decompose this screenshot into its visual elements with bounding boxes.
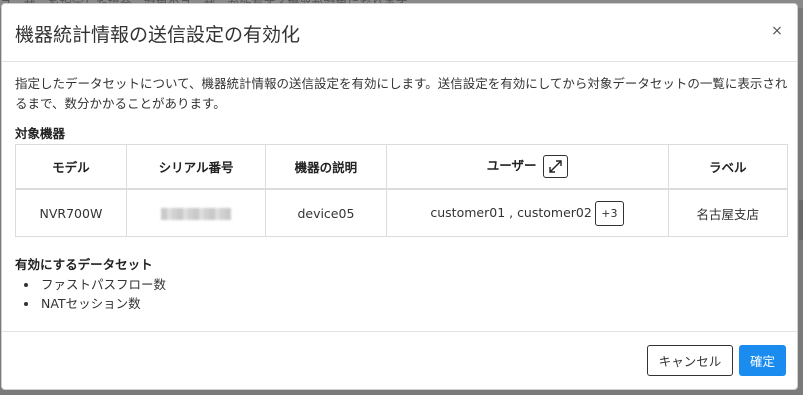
column-header-model: モデル <box>15 144 127 190</box>
target-devices-table: モデル シリアル番号 機器の説明 ユーザー ラベル NVR700W device… <box>15 144 789 237</box>
column-header-user: ユーザー <box>385 144 669 190</box>
table-row: NVR700W device05 customer01 , customer02… <box>15 188 789 237</box>
list-item: NATセッション数 <box>39 294 789 313</box>
expand-arrows-icon <box>548 160 562 173</box>
column-header-label: ラベル <box>667 144 789 190</box>
cell-description: device05 <box>265 188 387 237</box>
more-users-button[interactable]: +3 <box>594 200 624 226</box>
column-header-user-label: ユーザー <box>486 158 537 173</box>
close-icon[interactable]: × <box>769 21 785 41</box>
dialog-header: 機器統計情報の送信設定の有効化 × <box>2 4 797 62</box>
cell-label: 名古屋支店 <box>667 188 789 237</box>
cell-model: NVR700W <box>15 188 127 237</box>
confirm-button[interactable]: 確定 <box>739 345 786 376</box>
enable-device-stats-dialog: 機器統計情報の送信設定の有効化 × 指定したデータセットについて、機器統計情報の… <box>1 3 798 390</box>
column-header-description: 機器の説明 <box>265 144 387 190</box>
cell-users: customer01 , customer02 +3 <box>385 188 669 237</box>
column-header-serial: シリアル番号 <box>125 144 267 190</box>
datasets-list: ファストパスフロー数 NATセッション数 <box>15 275 789 313</box>
expand-users-button[interactable] <box>542 155 568 178</box>
cell-serial <box>125 188 267 237</box>
background-page-edge <box>799 200 803 240</box>
dialog-footer: キャンセル 確定 <box>2 331 797 389</box>
dialog-body: 指定したデータセットについて、機器統計情報の送信設定を有効にします。送信設定を有… <box>15 74 789 313</box>
cancel-button[interactable]: キャンセル <box>647 345 733 376</box>
list-item: ファストパスフロー数 <box>39 275 789 294</box>
dialog-title: 機器統計情報の送信設定の有効化 <box>15 24 301 46</box>
redacted-serial <box>161 208 232 220</box>
table-header-row: モデル シリアル番号 機器の説明 ユーザー ラベル <box>15 144 789 190</box>
users-text: customer01 , customer02 <box>430 204 592 220</box>
datasets-label: 有効にするデータセット <box>15 257 153 272</box>
dialog-description: 指定したデータセットについて、機器統計情報の送信設定を有効にします。送信設定を有… <box>15 76 788 111</box>
target-devices-label: 対象機器 <box>15 126 66 141</box>
